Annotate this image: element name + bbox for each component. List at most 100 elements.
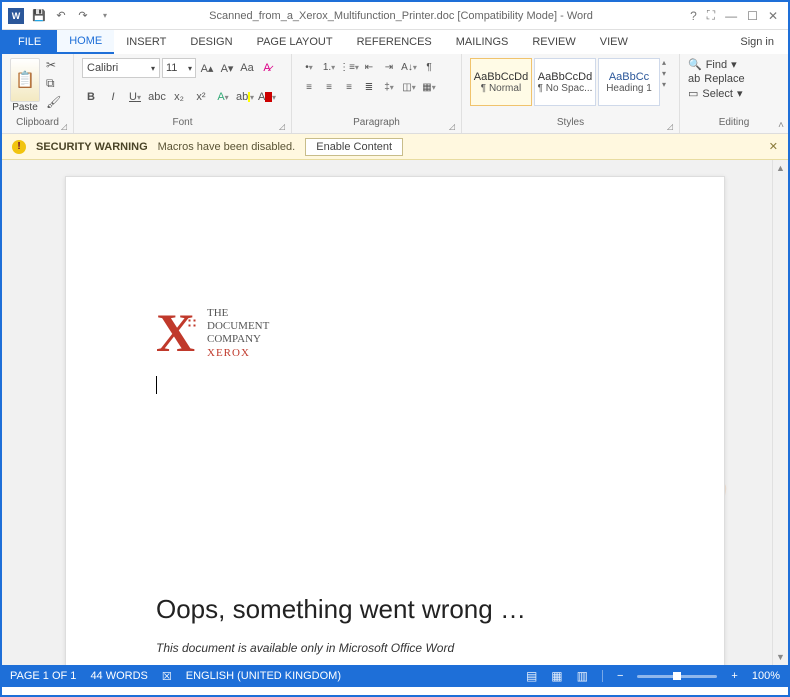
redo-icon[interactable]: ↷ <box>76 9 90 23</box>
text-effects-icon[interactable]: A <box>214 88 232 106</box>
tab-review[interactable]: REVIEW <box>520 30 587 54</box>
clear-formatting-icon[interactable]: A̷ <box>258 59 276 77</box>
numbering-icon[interactable]: 1. <box>320 58 338 76</box>
paste-label: Paste <box>12 102 38 113</box>
title-bar: W 💾 ↶ ↷ Scanned_from_a_Xerox_Multifuncti… <box>2 2 788 30</box>
decrease-indent-icon[interactable]: ⇤ <box>360 58 378 76</box>
status-bar: PAGE 1 OF 1 44 WORDS ☒ ENGLISH (UNITED K… <box>2 665 788 687</box>
group-clipboard-label: Clipboard <box>16 117 59 128</box>
vertical-scrollbar[interactable]: ▲ ▼ <box>772 160 788 665</box>
replace-icon: ab <box>688 73 700 85</box>
tab-page-layout[interactable]: PAGE LAYOUT <box>245 30 345 54</box>
align-right-icon[interactable]: ≡ <box>340 78 358 96</box>
justify-icon[interactable]: ≣ <box>360 78 378 96</box>
zoom-level[interactable]: 100% <box>752 670 780 682</box>
paste-button[interactable]: 📋 <box>10 58 40 102</box>
increase-indent-icon[interactable]: ⇥ <box>380 58 398 76</box>
paragraph-dialog-launcher-icon[interactable]: ◿ <box>449 122 455 131</box>
maximize-icon[interactable]: ☐ <box>747 9 758 23</box>
tab-file[interactable]: FILE <box>2 30 57 54</box>
zoom-slider[interactable] <box>637 675 717 678</box>
shading-icon[interactable]: ◫ <box>400 78 418 96</box>
find-button[interactable]: 🔍Find ▾ <box>688 58 745 71</box>
subscript-button[interactable]: x₂ <box>170 88 188 106</box>
bullets-icon[interactable]: • <box>300 58 318 76</box>
format-painter-icon[interactable]: 🖌 <box>46 95 61 109</box>
web-layout-icon[interactable]: ▥ <box>577 669 588 683</box>
collapse-ribbon-icon[interactable]: ˄ <box>778 120 784 131</box>
document-heading: Oops, something went wrong … <box>156 594 634 625</box>
print-layout-icon[interactable]: ▦ <box>551 669 562 683</box>
styles-dialog-launcher-icon[interactable]: ◿ <box>667 122 673 131</box>
document-page[interactable]: X THE DOCUMENT COMPANY XEROX Oops, somet… <box>65 176 725 665</box>
tab-references[interactable]: REFERENCES <box>345 30 444 54</box>
warning-icon: ! <box>12 140 26 154</box>
tab-design[interactable]: DESIGN <box>178 30 244 54</box>
tab-view[interactable]: VIEW <box>588 30 640 54</box>
group-editing-label: Editing <box>719 117 750 128</box>
save-icon[interactable]: 💾 <box>32 9 46 23</box>
show-marks-icon[interactable]: ¶ <box>420 58 438 76</box>
help-icon[interactable]: ? <box>690 9 697 23</box>
align-left-icon[interactable]: ≡ <box>300 78 318 96</box>
app-icon: W <box>8 8 24 24</box>
sort-icon[interactable]: A↓ <box>400 58 418 76</box>
superscript-button[interactable]: x² <box>192 88 210 106</box>
font-dialog-launcher-icon[interactable]: ◿ <box>279 122 285 131</box>
tab-mailings[interactable]: MAILINGS <box>444 30 521 54</box>
align-center-icon[interactable]: ≡ <box>320 78 338 96</box>
replace-button[interactable]: abReplace <box>688 73 745 85</box>
group-font-label: Font <box>172 117 192 128</box>
enable-content-button[interactable]: Enable Content <box>305 138 403 156</box>
scroll-down-icon[interactable]: ▼ <box>773 649 788 665</box>
zoom-in-icon[interactable]: + <box>731 670 737 682</box>
proofing-icon[interactable]: ☒ <box>162 670 172 683</box>
tab-insert[interactable]: INSERT <box>114 30 178 54</box>
zoom-out-icon[interactable]: − <box>617 670 623 682</box>
change-case-icon[interactable]: Aa <box>238 59 256 77</box>
font-name-combo[interactable]: Calibri▾ <box>82 58 160 78</box>
style-heading-1[interactable]: AaBbCc Heading 1 <box>598 58 660 106</box>
highlight-icon[interactable]: ab <box>236 88 254 106</box>
xerox-logo: X THE DOCUMENT COMPANY XEROX <box>156 307 634 360</box>
clipboard-dialog-launcher-icon[interactable]: ◿ <box>61 122 67 131</box>
select-button[interactable]: ▭Select ▾ <box>688 87 745 100</box>
security-warning-bar: ! SECURITY WARNING Macros have been disa… <box>2 134 788 160</box>
borders-icon[interactable]: ▦ <box>420 78 438 96</box>
underline-button[interactable]: U <box>126 88 144 106</box>
messagebar-close-icon[interactable]: ✕ <box>769 140 778 153</box>
ribbon: 📋 Paste ✂ ⧉ 🖌 Clipboard◿ Calibri▾ 11▾ A▴… <box>2 54 788 134</box>
styles-more-icon[interactable]: ▴▾▾ <box>662 58 676 89</box>
read-mode-icon[interactable]: ▤ <box>526 669 537 683</box>
select-icon: ▭ <box>688 87 698 100</box>
style-no-spacing[interactable]: AaBbCcDd ¶ No Spac... <box>534 58 596 106</box>
close-icon[interactable]: ✕ <box>768 9 778 23</box>
ribbon-display-icon[interactable]: ⛶ <box>707 8 715 23</box>
text-cursor <box>156 376 158 394</box>
font-size-combo[interactable]: 11▾ <box>162 58 196 78</box>
minimize-icon[interactable]: — <box>725 9 737 23</box>
copy-icon[interactable]: ⧉ <box>46 76 61 91</box>
line-spacing-icon[interactable]: ‡ <box>380 78 398 96</box>
tab-home[interactable]: HOME <box>57 30 114 54</box>
cut-icon[interactable]: ✂ <box>46 58 61 72</box>
document-area: ●PC risk.com X THE DOCUMENT COMPANY XERO… <box>2 160 788 665</box>
sign-in-link[interactable]: Sign in <box>740 30 788 54</box>
security-warning-title: SECURITY WARNING <box>36 141 148 153</box>
italic-button[interactable]: I <box>104 88 122 106</box>
shrink-font-icon[interactable]: A▾ <box>218 59 236 77</box>
qat-customize-icon[interactable] <box>98 9 112 23</box>
status-page[interactable]: PAGE 1 OF 1 <box>10 670 76 682</box>
strikethrough-button[interactable]: abc <box>148 88 166 106</box>
bold-button[interactable]: B <box>82 88 100 106</box>
status-language[interactable]: ENGLISH (UNITED KINGDOM) <box>186 670 341 682</box>
style-normal[interactable]: AaBbCcDd ¶ Normal <box>470 58 532 106</box>
ribbon-tabs: FILE HOME INSERT DESIGN PAGE LAYOUT REFE… <box>2 30 788 54</box>
scroll-up-icon[interactable]: ▲ <box>773 160 788 176</box>
font-color-icon[interactable]: A <box>258 88 276 106</box>
undo-icon[interactable]: ↶ <box>54 9 68 23</box>
status-words[interactable]: 44 WORDS <box>90 670 147 682</box>
group-styles-label: Styles <box>557 117 584 128</box>
grow-font-icon[interactable]: A▴ <box>198 59 216 77</box>
multilevel-list-icon[interactable]: ⋮≡ <box>340 58 358 76</box>
